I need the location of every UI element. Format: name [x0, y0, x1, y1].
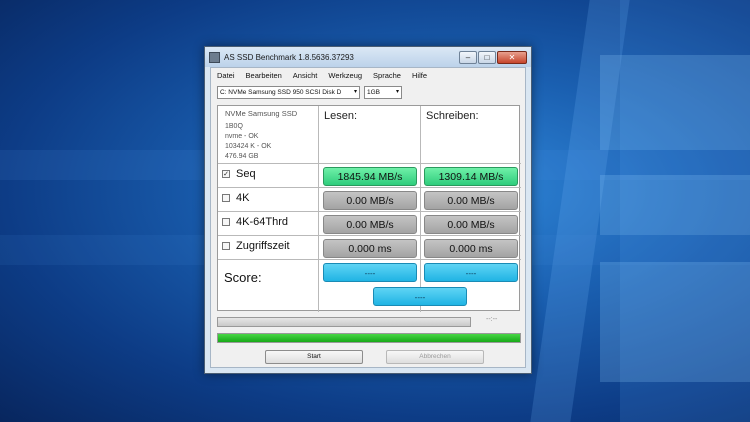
drive-capacity: 476.94 GB	[225, 153, 259, 160]
test-row-4k-64thrd[interactable]: 4K-64Thrd	[222, 216, 288, 228]
size-select[interactable]: 1GB ▾	[364, 85, 402, 99]
grid-divider	[218, 259, 521, 260]
menu-bearbeiten[interactable]: Bearbeiten	[246, 71, 282, 80]
read-column-header: Lesen:	[324, 110, 358, 122]
start-button[interactable]: Start	[265, 350, 363, 364]
overall-progress-fill	[218, 334, 520, 342]
score-read: ----	[323, 263, 417, 282]
test-row-access-time[interactable]: Zugriffszeit	[222, 240, 290, 252]
test-progress-bar	[217, 317, 471, 327]
title-bar[interactable]: AS SSD Benchmark 1.8.5636.37293 – □ ✕	[205, 47, 531, 67]
wallpaper-windows-logo-pane	[600, 262, 750, 382]
4k-64thrd-write-result: 0.00 MB/s	[424, 215, 518, 234]
drive-select-value: C: NVMe Samsung SSD 950 SCSI Disk D	[220, 88, 342, 96]
toolbar: C: NVMe Samsung SSD 950 SCSI Disk D ▾ 1G…	[211, 83, 525, 101]
client-area: Datei Bearbeiten Ansicht Werkzeug Sprach…	[210, 67, 526, 368]
4k-read-result: 0.00 MB/s	[323, 191, 417, 210]
grid-divider	[218, 235, 521, 236]
seq-read-result: 1845.94 MB/s	[323, 167, 417, 186]
wallpaper-windows-logo-pane	[600, 175, 750, 235]
menu-bar: Datei Bearbeiten Ansicht Werkzeug Sprach…	[211, 68, 525, 83]
menu-datei[interactable]: Datei	[217, 71, 235, 80]
seq-checkbox[interactable]: ✓	[222, 170, 230, 178]
menu-ansicht[interactable]: Ansicht	[293, 71, 318, 80]
drive-select[interactable]: C: NVMe Samsung SSD 950 SCSI Disk D ▾	[217, 85, 360, 99]
grid-divider	[318, 106, 319, 312]
abort-button[interactable]: Abbrechen	[386, 350, 484, 364]
grid-divider	[218, 211, 521, 212]
drive-info: NVMe Samsung SSD 1B0Q nvme - OK 103424 K…	[225, 109, 297, 162]
test-row-seq[interactable]: ✓ Seq	[222, 168, 256, 180]
grid-divider	[218, 163, 521, 164]
write-column-header: Schreiben:	[426, 110, 479, 122]
seq-label: Seq	[236, 168, 256, 180]
access-time-checkbox[interactable]	[222, 242, 230, 250]
menu-werkzeug[interactable]: Werkzeug	[328, 71, 362, 80]
score-total: ----	[373, 287, 467, 306]
access-time-label: Zugriffszeit	[236, 240, 290, 252]
test-row-4k[interactable]: 4K	[222, 192, 249, 204]
drive-name: NVMe Samsung SSD	[225, 109, 298, 118]
score-label: Score:	[224, 270, 262, 285]
access-time-write-result: 0.000 ms	[424, 239, 518, 258]
wallpaper-windows-logo-pane	[600, 55, 750, 150]
grid-divider	[420, 106, 421, 312]
access-time-read-result: 0.000 ms	[323, 239, 417, 258]
as-ssd-window: AS SSD Benchmark 1.8.5636.37293 – □ ✕ Da…	[204, 46, 532, 374]
seq-write-result: 1309.14 MB/s	[424, 167, 518, 186]
drive-firmware: 1B0Q	[225, 123, 243, 130]
drive-driver-status: nvme - OK	[225, 133, 259, 140]
4k-64thrd-checkbox[interactable]	[222, 218, 230, 226]
menu-sprache[interactable]: Sprache	[373, 71, 401, 80]
app-icon	[209, 51, 220, 63]
chevron-down-icon: ▾	[353, 88, 357, 95]
4k-64thrd-read-result: 0.00 MB/s	[323, 215, 417, 234]
close-button[interactable]: ✕	[497, 50, 527, 64]
score-write: ----	[424, 263, 518, 282]
drive-alignment-status: 103424 K - OK	[225, 143, 272, 150]
chevron-down-icon: ▾	[395, 88, 399, 95]
elapsed-time: --:--	[486, 316, 498, 323]
menu-hilfe[interactable]: Hilfe	[412, 71, 427, 80]
grid-divider	[218, 187, 521, 188]
4k-label: 4K	[236, 192, 250, 204]
maximize-button[interactable]: □	[478, 50, 496, 64]
overall-progress-bar	[217, 333, 521, 343]
4k-64thrd-label: 4K-64Thrd	[236, 216, 288, 228]
window-title: AS SSD Benchmark 1.8.5636.37293	[224, 52, 354, 62]
results-grid: NVMe Samsung SSD 1B0Q nvme - OK 103424 K…	[217, 105, 521, 312]
4k-checkbox[interactable]	[222, 194, 230, 202]
size-select-value: 1GB	[367, 88, 381, 96]
minimize-button[interactable]: –	[459, 50, 477, 64]
4k-write-result: 0.00 MB/s	[424, 191, 518, 210]
